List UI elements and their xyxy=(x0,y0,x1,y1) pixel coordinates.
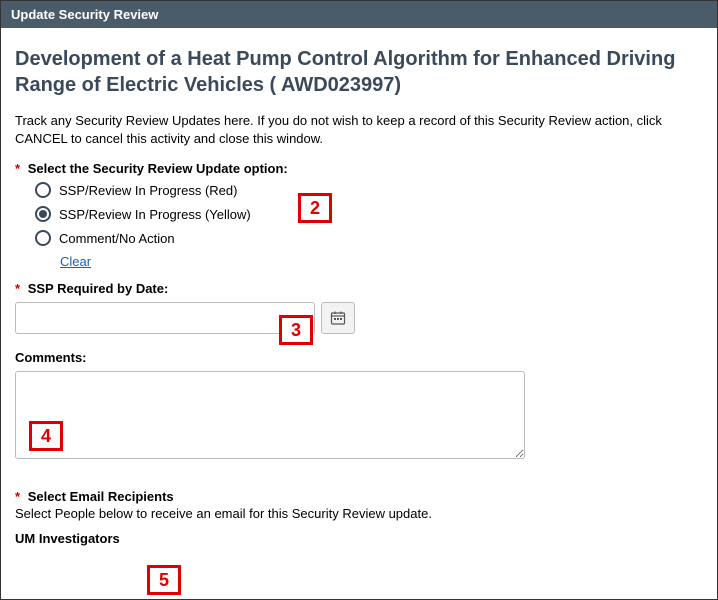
date-label-text: SSP Required by Date: xyxy=(28,281,169,296)
radio-label: SSP/Review In Progress (Yellow) xyxy=(59,207,251,222)
calendar-icon xyxy=(330,310,346,326)
comments-section: Comments: xyxy=(15,350,703,459)
recipients-help: Select People below to receive an email … xyxy=(15,506,703,521)
window-title: Update Security Review xyxy=(11,7,158,22)
recipients-label-text: Select Email Recipients xyxy=(28,489,174,504)
radio-option-red[interactable]: SSP/Review In Progress (Red) xyxy=(35,182,703,198)
window-header: Update Security Review xyxy=(1,1,717,28)
comments-label: Comments: xyxy=(15,350,703,365)
radio-icon xyxy=(35,206,51,222)
recipients-label: * Select Email Recipients xyxy=(15,489,703,504)
date-label: * SSP Required by Date: xyxy=(15,281,703,296)
date-section: * SSP Required by Date: xyxy=(15,281,703,334)
radio-option-yellow[interactable]: SSP/Review In Progress (Yellow) xyxy=(35,206,703,222)
radio-label: SSP/Review In Progress (Red) xyxy=(59,183,237,198)
date-input[interactable] xyxy=(15,302,315,334)
required-mark: * xyxy=(15,161,20,176)
radio-label: Comment/No Action xyxy=(59,231,175,246)
calendar-button[interactable] xyxy=(321,302,355,334)
required-mark: * xyxy=(15,281,20,296)
comments-textarea[interactable] xyxy=(15,371,525,459)
review-option-label: * Select the Security Review Update opti… xyxy=(15,161,703,176)
radio-option-comment[interactable]: Comment/No Action xyxy=(35,230,703,246)
review-option-label-text: Select the Security Review Update option… xyxy=(28,161,288,176)
radio-group: SSP/Review In Progress (Red) SSP/Review … xyxy=(35,182,703,246)
page-title: Development of a Heat Pump Control Algor… xyxy=(15,46,703,98)
callout-5: 5 xyxy=(147,565,181,595)
clear-link[interactable]: Clear xyxy=(60,254,91,269)
recipients-section: * Select Email Recipients Select People … xyxy=(15,489,703,521)
intro-text: Track any Security Review Updates here. … xyxy=(15,112,703,147)
required-mark: * xyxy=(15,489,20,504)
date-row xyxy=(15,302,703,334)
radio-icon xyxy=(35,230,51,246)
review-option-section: * Select the Security Review Update opti… xyxy=(15,161,703,281)
investigators-heading: UM Investigators xyxy=(15,531,703,546)
radio-icon xyxy=(35,182,51,198)
content-area: Development of a Heat Pump Control Algor… xyxy=(1,28,717,546)
